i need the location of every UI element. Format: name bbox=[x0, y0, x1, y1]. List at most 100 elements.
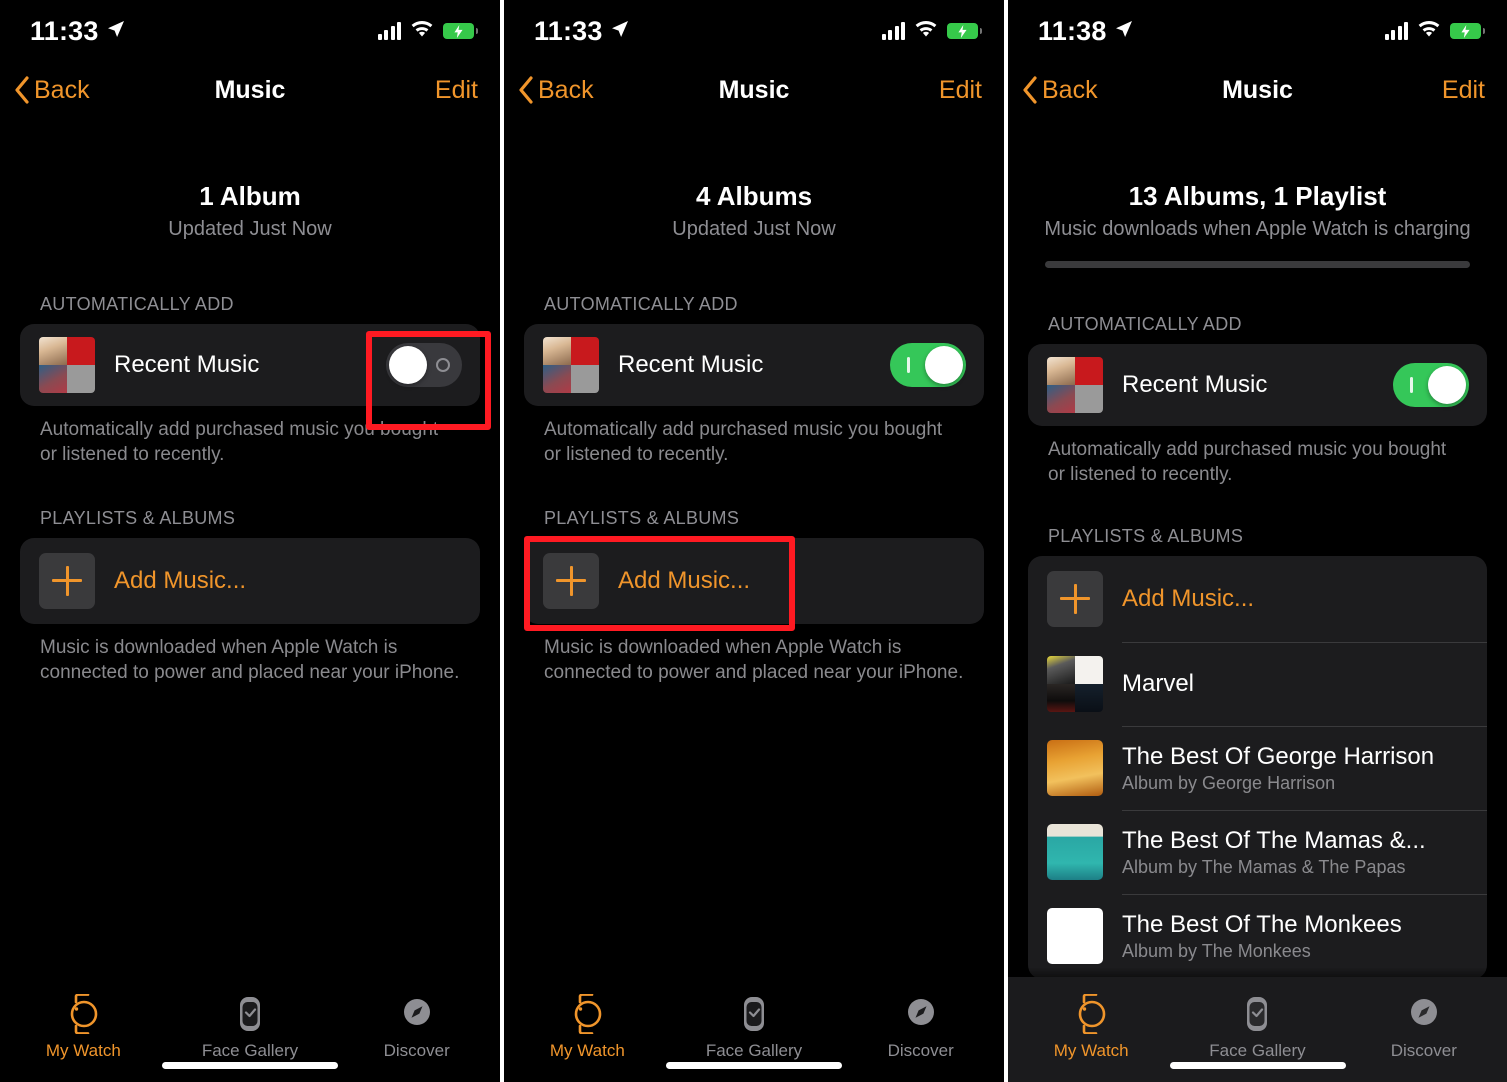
list-item-title: The Best Of The Monkees bbox=[1122, 910, 1402, 938]
edit-button[interactable]: Edit bbox=[939, 76, 982, 105]
tab-face-gallery[interactable]: Face Gallery bbox=[671, 994, 838, 1061]
list-item[interactable]: Marvel bbox=[1028, 643, 1487, 726]
summary-subtitle: Updated Just Now bbox=[168, 218, 332, 241]
tab-discover[interactable]: Discover bbox=[333, 994, 500, 1061]
plus-icon bbox=[543, 552, 599, 609]
watch-face-icon bbox=[240, 997, 260, 1031]
nav-bar: Back Music Edit bbox=[0, 62, 500, 118]
cellular-bars-icon bbox=[881, 22, 905, 40]
cellular-bars-icon bbox=[377, 22, 401, 40]
album-count: 1 Album bbox=[199, 181, 301, 211]
recent-music-row[interactable]: Recent Music bbox=[524, 324, 984, 406]
watch-face-icon bbox=[744, 997, 764, 1031]
list-item[interactable]: The Best Of The Mamas &... Album by The … bbox=[1028, 811, 1487, 894]
back-label: Back bbox=[1042, 75, 1098, 104]
battery-charging-icon bbox=[443, 23, 478, 39]
add-music-label: Add Music... bbox=[618, 566, 751, 594]
recent-music-toggle[interactable] bbox=[1393, 363, 1469, 408]
status-bar-right bbox=[881, 20, 982, 43]
album-count: 4 Albums bbox=[695, 181, 813, 211]
tab-discover[interactable]: Discover bbox=[1341, 994, 1507, 1061]
tab-my-watch[interactable]: My Watch bbox=[0, 994, 167, 1061]
list-item-title: The Best Of The Mamas &... bbox=[1122, 826, 1426, 854]
recent-music-toggle[interactable] bbox=[890, 343, 966, 388]
summary-header: 1 Album Updated Just Now bbox=[0, 181, 500, 241]
automatically-add-section: AUTOMATICALLY ADD Recent Music Automatic… bbox=[0, 294, 500, 468]
automatically-add-section: AUTOMATICALLY ADD Recent Music Automatic… bbox=[1008, 314, 1507, 488]
status-bar: 11:33 bbox=[504, 0, 1004, 62]
toggle-knob bbox=[925, 346, 963, 385]
album-artwork bbox=[1047, 740, 1103, 797]
home-indicator bbox=[666, 1062, 842, 1069]
add-music-row[interactable]: Add Music... bbox=[524, 538, 984, 624]
playlists-albums-section: PLAYLISTS & ALBUMS Add Music... Music is… bbox=[0, 508, 500, 686]
summary-subtitle: Music downloads when Apple Watch is char… bbox=[1044, 218, 1471, 241]
tab-label-face-gallery: Face Gallery bbox=[201, 1041, 299, 1060]
section-header-playlists-albums: PLAYLISTS & ALBUMS bbox=[40, 507, 236, 528]
recent-music-card: Recent Music bbox=[20, 324, 480, 407]
toggle-on-mark-icon bbox=[1410, 377, 1413, 394]
tab-face-gallery[interactable]: Face Gallery bbox=[167, 994, 334, 1061]
panel-1: 11:33 Back Music Edit 1 Album Updated Ju… bbox=[0, 0, 500, 1082]
compass-icon bbox=[907, 999, 934, 1025]
apple-watch-icon bbox=[71, 994, 98, 1034]
tab-label-face-gallery: Face Gallery bbox=[1209, 1041, 1306, 1060]
compass-icon bbox=[403, 999, 430, 1025]
album-artwork bbox=[1047, 656, 1103, 713]
edit-button[interactable]: Edit bbox=[435, 76, 478, 105]
panel-3: 11:38 Back Music Edit 13 Albums, 1 Playl… bbox=[1008, 0, 1507, 1082]
playlists-footnote: Music is downloaded when Apple Watch is … bbox=[544, 636, 964, 683]
recent-music-row[interactable]: Recent Music bbox=[20, 324, 480, 406]
home-indicator bbox=[1169, 1062, 1346, 1069]
location-arrow-icon bbox=[1114, 19, 1134, 44]
tab-label-discover: Discover bbox=[887, 1041, 954, 1060]
playlists-card: Add Music... Marvel The Best Of George H… bbox=[1028, 555, 1487, 979]
chevron-left-icon bbox=[1023, 76, 1037, 104]
recent-music-card: Recent Music bbox=[1028, 344, 1487, 427]
status-bar-right bbox=[1384, 20, 1485, 43]
location-arrow-icon bbox=[106, 19, 126, 44]
wifi-icon bbox=[410, 20, 434, 43]
plus-icon bbox=[39, 552, 95, 609]
battery-charging-icon bbox=[1450, 23, 1485, 39]
add-music-label: Add Music... bbox=[114, 566, 247, 594]
compass-icon bbox=[1410, 999, 1437, 1025]
tab-my-watch[interactable]: My Watch bbox=[1008, 994, 1174, 1061]
back-button[interactable]: Back bbox=[1022, 76, 1098, 105]
tab-label-discover: Discover bbox=[383, 1041, 450, 1060]
back-label: Back bbox=[538, 75, 594, 104]
toggle-knob bbox=[1428, 366, 1466, 405]
list-item-text: The Best Of The Monkees Album by The Mon… bbox=[1122, 911, 1469, 962]
playlists-albums-section: PLAYLISTS & ALBUMS Add Music... Music is… bbox=[504, 508, 1004, 686]
status-time: 11:38 bbox=[1038, 15, 1107, 46]
home-indicator bbox=[162, 1062, 338, 1069]
tab-my-watch[interactable]: My Watch bbox=[504, 994, 671, 1061]
album-count: 13 Albums, 1 Playlist bbox=[1128, 181, 1387, 211]
chevron-left-icon bbox=[15, 76, 29, 104]
wifi-icon bbox=[914, 20, 938, 43]
back-button[interactable]: Back bbox=[14, 76, 90, 105]
list-item-subtitle: Album by George Harrison bbox=[1122, 773, 1336, 794]
list-item[interactable]: The Best Of George Harrison Album by Geo… bbox=[1028, 727, 1487, 810]
tab-discover[interactable]: Discover bbox=[837, 994, 1004, 1061]
back-label: Back bbox=[34, 75, 90, 104]
edit-button[interactable]: Edit bbox=[1442, 76, 1485, 105]
recent-music-row[interactable]: Recent Music bbox=[1028, 344, 1487, 426]
playlists-card: Add Music... bbox=[20, 537, 480, 624]
automatically-add-section: AUTOMATICALLY ADD Recent Music Automatic… bbox=[504, 294, 1004, 468]
tab-label-face-gallery: Face Gallery bbox=[705, 1041, 803, 1060]
section-header-playlists-albums: PLAYLISTS & ALBUMS bbox=[1048, 525, 1244, 546]
playlists-footnote: Music is downloaded when Apple Watch is … bbox=[40, 636, 460, 683]
three-panel-screenshot: 11:33 Back Music Edit 1 Album Updated Ju… bbox=[0, 0, 1507, 1082]
plus-icon bbox=[1047, 570, 1103, 627]
add-music-row[interactable]: Add Music... bbox=[1028, 556, 1487, 642]
status-bar: 11:33 bbox=[0, 0, 500, 62]
back-button[interactable]: Back bbox=[518, 76, 594, 105]
add-music-row[interactable]: Add Music... bbox=[20, 538, 480, 624]
list-item[interactable]: The Best Of The Monkees Album by The Mon… bbox=[1028, 895, 1487, 978]
recent-music-toggle[interactable] bbox=[386, 343, 462, 388]
tab-label-discover: Discover bbox=[1390, 1041, 1457, 1060]
tab-face-gallery[interactable]: Face Gallery bbox=[1174, 994, 1340, 1061]
album-artwork bbox=[1047, 908, 1103, 965]
toggle-knob bbox=[389, 346, 427, 385]
